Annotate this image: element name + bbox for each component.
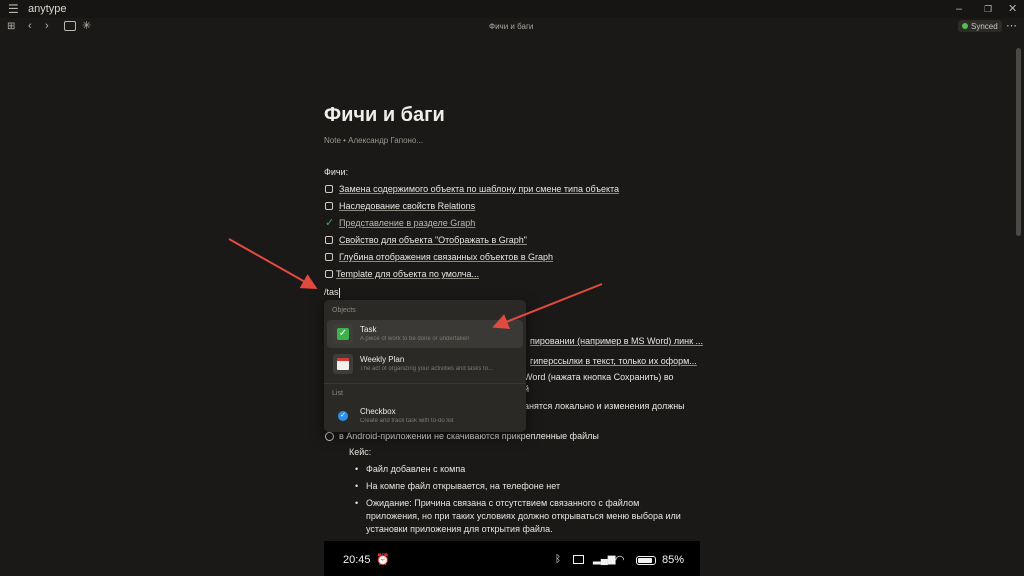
- annotation-arrow: [492, 283, 603, 330]
- annotation-arrows: [228, 238, 603, 330]
- annotation-arrow: [228, 238, 318, 289]
